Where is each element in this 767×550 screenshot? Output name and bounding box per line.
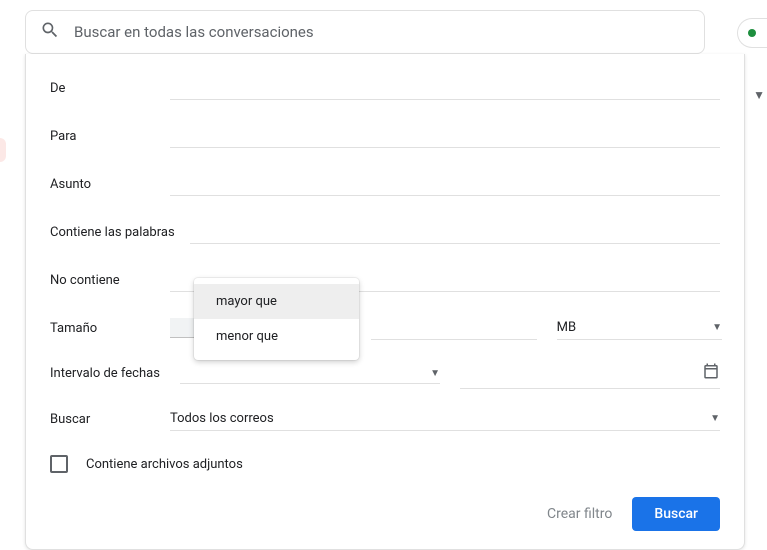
to-label: Para xyxy=(50,129,170,144)
size-menu-greater[interactable]: mayor que xyxy=(194,284,359,319)
date-range-select[interactable]: ▼ xyxy=(180,364,440,384)
search-button[interactable]: Buscar xyxy=(632,497,720,531)
status-indicator[interactable] xyxy=(737,18,767,48)
has-attachment-checkbox[interactable] xyxy=(50,455,68,473)
no-words-label: No contiene xyxy=(50,273,170,288)
size-unit-select[interactable]: MB ▼ xyxy=(557,316,722,340)
search-in-select[interactable]: Todos los correos ▼ xyxy=(170,407,720,431)
from-field[interactable] xyxy=(170,76,720,100)
subject-field[interactable] xyxy=(170,172,720,196)
subject-label: Asunto xyxy=(50,177,170,192)
from-label: De xyxy=(50,81,170,96)
date-range-label: Intervalo de fechas xyxy=(50,366,180,381)
chevron-down-icon: ▼ xyxy=(712,322,722,333)
size-label: Tamaño xyxy=(50,321,170,336)
advanced-search-panel: De Para Asunto Contiene las palabras No … xyxy=(25,54,745,550)
search-bar xyxy=(25,10,705,54)
has-attachment-label: Contiene archivos adjuntos xyxy=(86,457,243,472)
chevron-down-icon[interactable]: ▼ xyxy=(753,88,765,102)
search-in-value: Todos los correos xyxy=(170,411,274,426)
search-icon xyxy=(40,20,60,44)
size-value-field[interactable] xyxy=(371,316,536,340)
size-unit-value: MB xyxy=(557,320,576,335)
has-words-field[interactable] xyxy=(190,220,720,244)
status-active-icon xyxy=(748,29,756,37)
chevron-down-icon: ▼ xyxy=(430,368,440,379)
size-menu-less[interactable]: menor que xyxy=(194,319,359,354)
search-in-label: Buscar xyxy=(50,412,170,427)
size-operator-menu: mayor que menor que xyxy=(194,278,359,360)
create-filter-button[interactable]: Crear filtro xyxy=(547,506,612,522)
has-words-label: Contiene las palabras xyxy=(50,225,190,240)
calendar-icon xyxy=(702,362,720,384)
search-input[interactable] xyxy=(74,23,690,41)
to-field[interactable] xyxy=(170,124,720,148)
compose-edge xyxy=(0,138,6,162)
chevron-down-icon: ▼ xyxy=(710,413,720,424)
date-field[interactable] xyxy=(460,358,720,389)
